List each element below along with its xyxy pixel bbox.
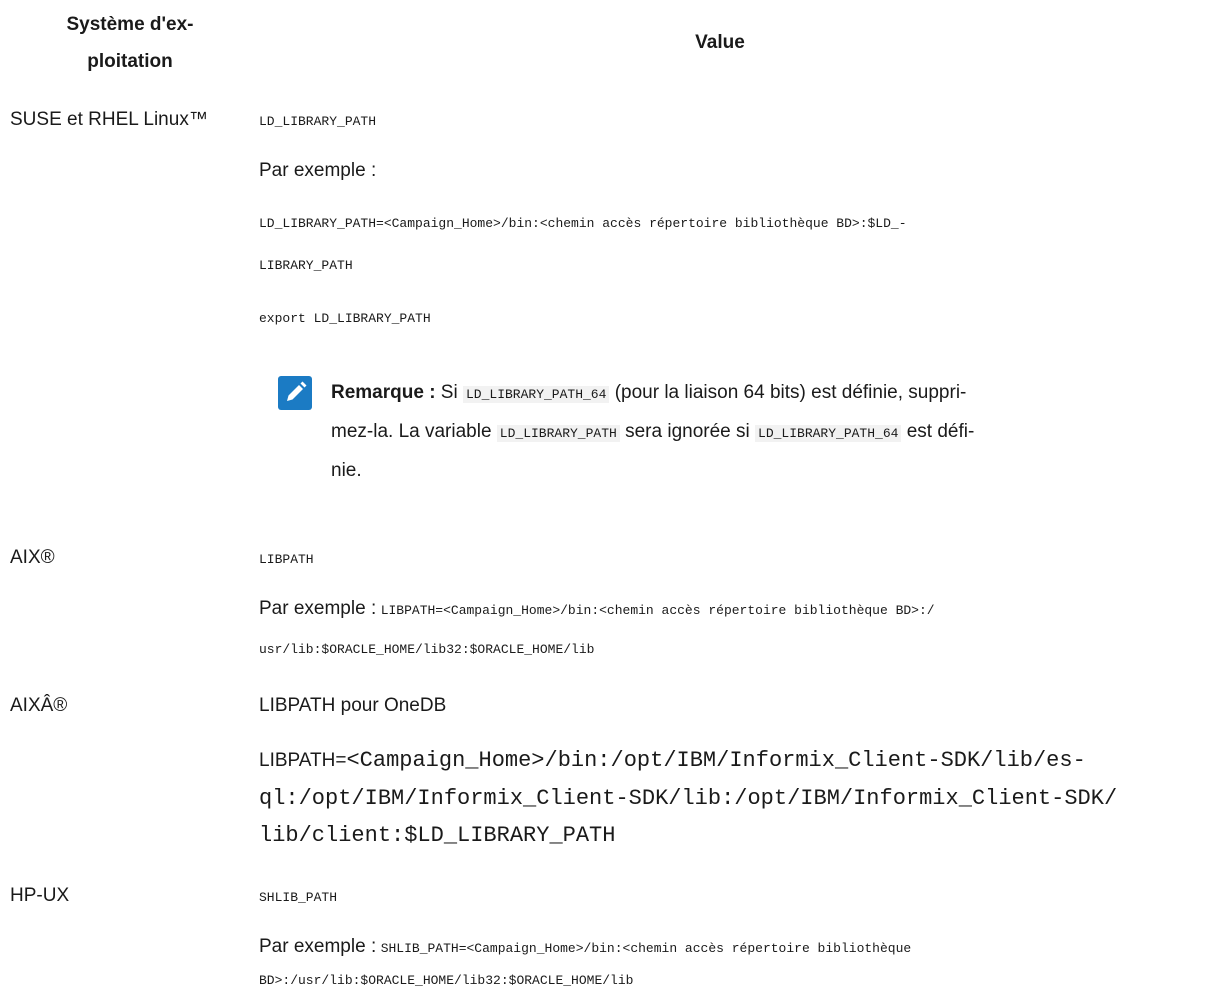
note-text: Remarque : Si LD_LIBRARY_PATH_64 (pour l…: [331, 374, 1205, 489]
code-aix-line2: usr/lib:$ORACLE_HOME/lib32:$ORACLE_HOME/…: [259, 642, 595, 657]
var-ld-library-path: LD_LIBRARY_PATH: [259, 114, 377, 129]
onedb-code-block: LIBPATH=<Campaign_Home>/bin:/opt/IBM/Inf…: [259, 742, 1117, 854]
note-t2: (pour la liaison 64 bits) est définie, s…: [609, 382, 967, 403]
header-os-line1: Système d'ex-: [66, 14, 194, 35]
os-aix-onedb: AIXÂ®: [10, 695, 68, 716]
header-os-line2: ploitation: [87, 51, 173, 72]
note-code2: LD_LIBRARY_PATH: [496, 425, 620, 442]
header-os: Système d'ex- ploitation: [40, 6, 220, 80]
code-suse-line2: LIBRARY_PATH: [259, 258, 353, 273]
example-label-suse: Par exemple :: [259, 160, 377, 181]
note-t1: Si: [435, 382, 463, 403]
example-label-aix: Par exemple :: [259, 598, 377, 619]
var-shlib-path: SHLIB_PATH: [259, 890, 338, 905]
code-suse-line1: LD_LIBRARY_PATH=<Campaign_Home>/bin:<che…: [259, 216, 907, 231]
onedb-code-row1: LIBPATH=<Campaign_Home>/bin:/opt/IBM/Inf…: [259, 742, 1117, 780]
code-suse-line3: export LD_LIBRARY_PATH: [259, 311, 431, 326]
note-t4: sera ignorée si: [619, 421, 756, 442]
code-aix-line1: LIBPATH=<Campaign_Home>/bin:<chemin accè…: [380, 603, 935, 618]
onedb-prefix: LIBPATH=: [259, 750, 347, 771]
example-aix: Par exemple : LIBPATH=<Campaign_Home>/bi…: [259, 597, 935, 621]
note-code1: LD_LIBRARY_PATH_64: [462, 386, 610, 403]
code-hpux-line2: BD>:/usr/lib:$ORACLE_HOME/lib32:$ORACLE_…: [259, 973, 634, 988]
header-value: Value: [695, 32, 745, 53]
code-hpux-line1: SHLIB_PATH=<Campaign_Home>/bin:<chemin a…: [380, 941, 912, 956]
example-label-hpux: Par exemple :: [259, 936, 377, 957]
note-line3: nie.: [331, 460, 362, 481]
note-label: Remarque :: [331, 382, 436, 403]
note-t3: mez-la. La variable: [331, 421, 497, 442]
os-hpux: HP-UX: [10, 885, 70, 906]
note-line2: mez-la. La variable LD_LIBRARY_PATH sera…: [331, 413, 1205, 452]
note-code3: LD_LIBRARY_PATH_64: [755, 425, 902, 442]
var-libpath: LIBPATH: [259, 552, 314, 567]
os-suse-rhel: SUSE et RHEL Linux™: [10, 109, 208, 130]
note-line1: Remarque : Si LD_LIBRARY_PATH_64 (pour l…: [331, 374, 1205, 413]
onedb-code-line2: ql:/opt/IBM/Informix_Client-SDK/lib:/opt…: [259, 786, 1118, 811]
note-t5: est défi-: [901, 421, 975, 442]
os-aix: AIX®: [10, 547, 55, 568]
note-icon: [278, 376, 312, 410]
onedb-code-line3: lib/client:$LD_LIBRARY_PATH: [259, 823, 616, 848]
onedb-title: LIBPATH pour OneDB: [259, 695, 447, 716]
onedb-code-line1: <Campaign_Home>/bin:/opt/IBM/Informix_Cl…: [346, 748, 1086, 773]
example-hpux: Par exemple : SHLIB_PATH=<Campaign_Home>…: [259, 935, 911, 959]
